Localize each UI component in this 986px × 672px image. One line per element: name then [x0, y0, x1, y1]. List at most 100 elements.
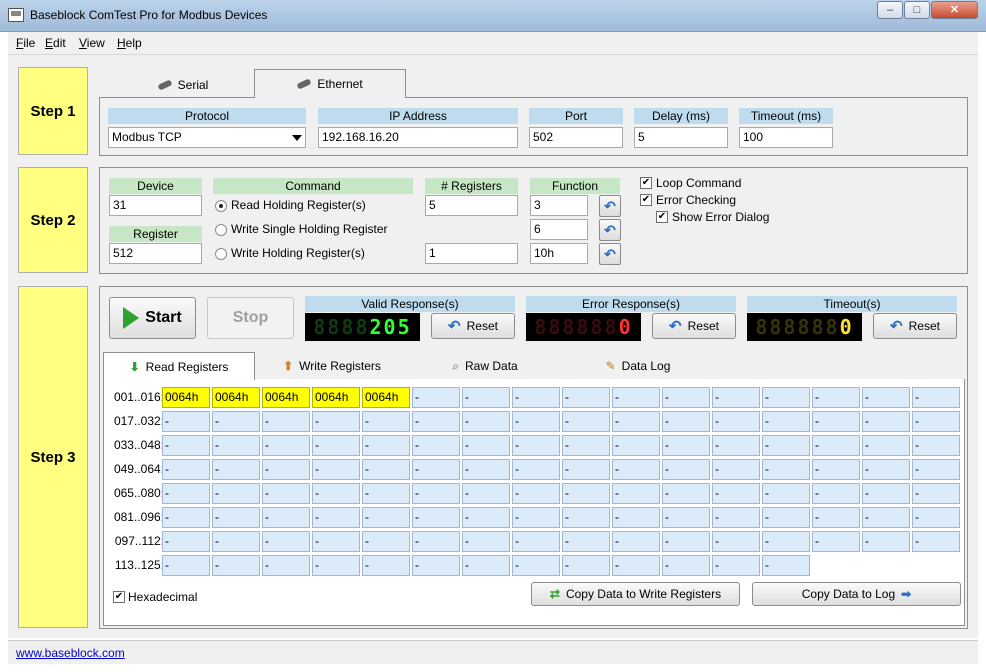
register-cell[interactable]: - — [462, 459, 510, 480]
register-cell[interactable]: - — [912, 459, 960, 480]
register-cell[interactable]: - — [612, 435, 660, 456]
register-cell[interactable]: - — [412, 435, 460, 456]
register-cell[interactable]: - — [512, 411, 560, 432]
register-cell[interactable]: - — [662, 507, 710, 528]
register-cell[interactable]: - — [462, 507, 510, 528]
register-cell[interactable]: - — [162, 531, 210, 552]
register-cell[interactable]: - — [562, 387, 610, 408]
register-cell[interactable]: - — [912, 387, 960, 408]
register-cell[interactable]: - — [362, 531, 410, 552]
register-cell[interactable]: - — [762, 531, 810, 552]
register-cell[interactable]: - — [262, 411, 310, 432]
register-cell[interactable]: - — [712, 411, 760, 432]
register-cell[interactable]: - — [612, 531, 660, 552]
valid-reset-button[interactable]: ↶ Reset — [431, 313, 515, 339]
register-cell[interactable]: - — [312, 483, 360, 504]
show-error-dialog-checkbox[interactable] — [656, 211, 668, 223]
register-cell[interactable]: - — [412, 411, 460, 432]
function-read-reset-button[interactable]: ↶ — [599, 195, 621, 217]
register-cell[interactable]: - — [912, 507, 960, 528]
protocol-select[interactable]: Modbus TCP — [108, 127, 306, 148]
register-cell[interactable]: - — [862, 387, 910, 408]
register-cell[interactable]: - — [762, 555, 810, 576]
register-cell[interactable]: - — [562, 531, 610, 552]
register-cell[interactable]: - — [462, 387, 510, 408]
register-cell[interactable]: - — [712, 435, 760, 456]
register-cell[interactable]: - — [562, 483, 610, 504]
register-cell[interactable]: - — [762, 387, 810, 408]
register-cell[interactable]: - — [712, 531, 760, 552]
function-write-multi-reset-button[interactable]: ↶ — [599, 243, 621, 265]
register-cell[interactable]: - — [262, 435, 310, 456]
register-cell[interactable]: - — [312, 411, 360, 432]
register-cell[interactable]: - — [812, 531, 860, 552]
register-cell[interactable]: - — [412, 507, 460, 528]
command-write-multi-radio[interactable] — [215, 248, 227, 260]
tab-raw-data[interactable]: ⌕ Raw Data — [409, 352, 561, 380]
minimize-button[interactable]: – — [877, 1, 903, 19]
register-cell[interactable]: - — [612, 387, 660, 408]
register-cell[interactable]: - — [262, 555, 310, 576]
register-cell[interactable]: - — [512, 531, 560, 552]
register-cell[interactable]: - — [862, 483, 910, 504]
register-cell[interactable]: - — [162, 459, 210, 480]
register-cell[interactable]: 0064h — [262, 387, 310, 408]
register-cell[interactable]: - — [762, 507, 810, 528]
register-cell[interactable]: - — [912, 483, 960, 504]
register-cell[interactable]: - — [762, 435, 810, 456]
register-cell[interactable]: - — [412, 555, 460, 576]
ip-address-input[interactable]: 192.168.16.20 — [318, 127, 518, 148]
function-write-single-reset-button[interactable]: ↶ — [599, 219, 621, 241]
error-reset-button[interactable]: ↶ Reset — [652, 313, 736, 339]
menu-help[interactable]: Help — [117, 36, 142, 50]
register-cell[interactable]: - — [362, 435, 410, 456]
register-cell[interactable]: - — [512, 387, 560, 408]
register-cell[interactable]: - — [662, 387, 710, 408]
register-cell[interactable]: - — [862, 507, 910, 528]
register-cell[interactable]: - — [262, 531, 310, 552]
register-cell[interactable]: - — [312, 435, 360, 456]
register-cell[interactable]: - — [162, 555, 210, 576]
register-cell[interactable]: - — [562, 507, 610, 528]
register-cell[interactable]: - — [312, 507, 360, 528]
port-input[interactable]: 502 — [529, 127, 623, 148]
register-cell[interactable]: - — [612, 411, 660, 432]
command-write-single-radio[interactable] — [215, 224, 227, 236]
register-cell[interactable]: - — [812, 507, 860, 528]
register-cell[interactable]: 0064h — [212, 387, 260, 408]
register-cell[interactable]: - — [162, 435, 210, 456]
register-cell[interactable]: - — [662, 483, 710, 504]
menu-edit[interactable]: Edit — [45, 36, 66, 50]
register-cell[interactable]: - — [512, 435, 560, 456]
register-cell[interactable]: - — [462, 483, 510, 504]
register-cell[interactable]: - — [262, 483, 310, 504]
register-cell[interactable]: - — [412, 483, 460, 504]
tab-serial[interactable]: Serial — [113, 72, 253, 98]
register-cell[interactable]: - — [562, 459, 610, 480]
register-cell[interactable]: - — [212, 411, 260, 432]
register-cell[interactable]: - — [462, 531, 510, 552]
register-cell[interactable]: - — [162, 507, 210, 528]
register-cell[interactable]: - — [912, 531, 960, 552]
register-cell[interactable]: - — [212, 459, 260, 480]
register-cell[interactable]: - — [612, 507, 660, 528]
register-cell[interactable]: - — [862, 435, 910, 456]
timeout-input[interactable]: 100 — [739, 127, 833, 148]
function-read-input[interactable]: 3 — [530, 195, 588, 216]
stop-button[interactable]: Stop — [207, 297, 294, 339]
register-cell[interactable]: - — [812, 459, 860, 480]
register-cell[interactable]: - — [862, 411, 910, 432]
register-cell[interactable]: 0064h — [312, 387, 360, 408]
register-cell[interactable]: - — [162, 483, 210, 504]
register-cell[interactable]: - — [262, 459, 310, 480]
register-cell[interactable]: - — [562, 435, 610, 456]
register-cell[interactable]: - — [462, 555, 510, 576]
register-cell[interactable]: - — [662, 459, 710, 480]
register-cell[interactable]: - — [712, 387, 760, 408]
copy-to-write-registers-button[interactable]: ⇄ Copy Data to Write Registers — [531, 582, 740, 606]
maximize-button[interactable]: □ — [904, 1, 930, 19]
register-cell[interactable]: - — [162, 411, 210, 432]
close-button[interactable]: ✕ — [931, 1, 978, 19]
register-cell[interactable]: - — [362, 507, 410, 528]
register-cell[interactable]: - — [662, 411, 710, 432]
